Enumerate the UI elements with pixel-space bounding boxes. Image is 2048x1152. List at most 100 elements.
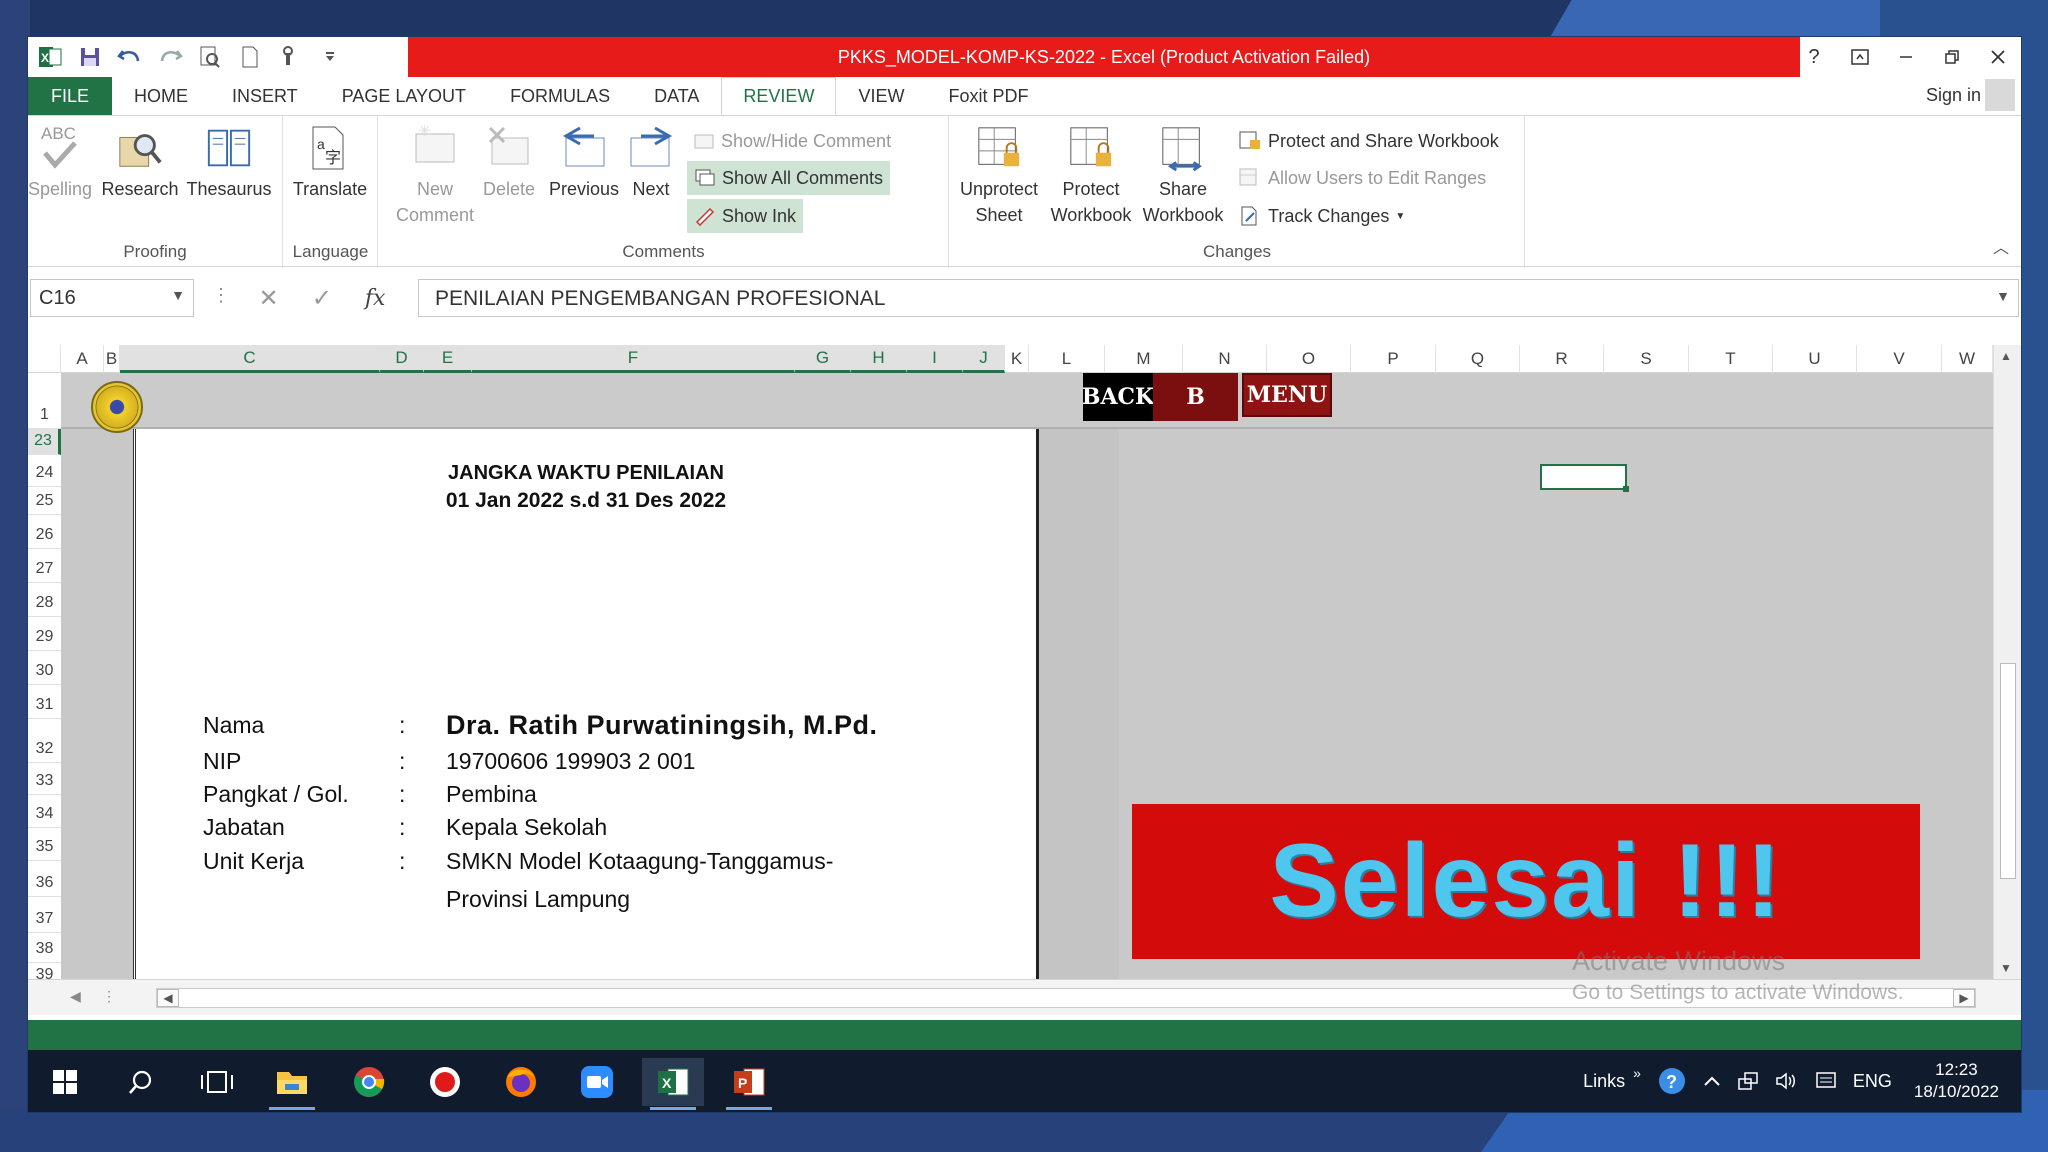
excel-logo-icon[interactable]: X bbox=[32, 41, 68, 73]
column-header-o[interactable]: O bbox=[1267, 345, 1351, 373]
research-button[interactable]: Research bbox=[100, 122, 180, 202]
formula-input[interactable]: PENILAIAN PENGEMBANGAN PROFESIONAL ▼ bbox=[418, 279, 2019, 317]
scroll-right-icon[interactable]: ▶ bbox=[1953, 989, 1975, 1007]
selesai-banner[interactable]: Selesai !!! bbox=[1132, 804, 1920, 959]
help-button[interactable]: ? bbox=[1791, 37, 1837, 77]
column-header-s[interactable]: S bbox=[1604, 345, 1689, 373]
spelling-button[interactable]: ABC Spelling bbox=[28, 122, 92, 202]
clock[interactable]: 12:23 18/10/2022 bbox=[1914, 1059, 1999, 1103]
share-workbook-button[interactable]: Share Workbook bbox=[1138, 122, 1228, 228]
undo-icon[interactable] bbox=[112, 41, 148, 73]
collapse-ribbon-icon[interactable]: ︿ bbox=[1993, 234, 2009, 258]
cancel-entry-icon[interactable]: ✕ bbox=[259, 284, 279, 313]
column-header-r[interactable]: R bbox=[1520, 345, 1604, 373]
show-all-comments-button[interactable]: Show All Comments bbox=[687, 161, 891, 195]
scroll-left-icon[interactable]: ◀ bbox=[157, 989, 179, 1007]
column-header-i[interactable]: I bbox=[907, 345, 963, 373]
new-comment-button[interactable]: ✳ New Comment bbox=[396, 122, 474, 228]
column-header-f[interactable]: F bbox=[472, 345, 795, 373]
previous-comment-button[interactable]: Previous bbox=[547, 122, 621, 202]
column-header-m[interactable]: M bbox=[1105, 345, 1183, 373]
tab-view[interactable]: VIEW bbox=[836, 77, 926, 115]
column-header-w[interactable]: W bbox=[1942, 345, 1993, 373]
name-box-dropdown-icon[interactable]: ▼ bbox=[171, 287, 185, 303]
row-header-29[interactable]: 29 bbox=[28, 617, 61, 651]
row-header-31[interactable]: 31 bbox=[28, 685, 61, 719]
row-header-25[interactable]: 25 bbox=[28, 487, 61, 515]
column-header-k[interactable]: K bbox=[1005, 345, 1029, 373]
screen-recorder-icon[interactable] bbox=[414, 1058, 476, 1106]
row-header-30[interactable]: 30 bbox=[28, 651, 61, 685]
column-header-h[interactable]: H bbox=[851, 345, 907, 373]
row-header-38[interactable]: 38 bbox=[28, 933, 61, 963]
back-button[interactable]: BACK bbox=[1082, 373, 1154, 421]
row-header-35[interactable]: 35 bbox=[28, 828, 61, 861]
show-hide-comment-button[interactable]: Show/Hide Comment bbox=[687, 124, 897, 158]
tab-page-layout[interactable]: PAGE LAYOUT bbox=[320, 77, 488, 115]
protect-workbook-button[interactable]: Protect Workbook bbox=[1046, 122, 1136, 228]
column-header-b[interactable]: B bbox=[104, 345, 120, 373]
selected-cell[interactable] bbox=[1540, 464, 1629, 492]
formula-bar-resize-icon[interactable]: ⋮ bbox=[212, 285, 230, 306]
customize-qat-icon[interactable] bbox=[312, 41, 348, 73]
chrome-icon[interactable] bbox=[338, 1058, 400, 1106]
row-header-32[interactable]: 32 bbox=[28, 719, 61, 763]
links-toolbar[interactable]: Links » bbox=[1583, 1065, 1641, 1092]
file-explorer-icon[interactable] bbox=[261, 1058, 323, 1110]
previous-sheet-icon[interactable]: ◀ bbox=[70, 988, 81, 1005]
delete-comment-button[interactable]: Delete bbox=[479, 122, 539, 202]
thesaurus-button[interactable]: Thesaurus bbox=[184, 122, 274, 202]
search-icon[interactable] bbox=[110, 1058, 172, 1106]
b-button[interactable]: B bbox=[1153, 373, 1238, 421]
tab-home[interactable]: HOME bbox=[112, 77, 210, 115]
row-header-34[interactable]: 34 bbox=[28, 795, 61, 828]
excel-taskbar-icon[interactable]: X bbox=[642, 1058, 704, 1110]
column-header-j[interactable]: J bbox=[963, 345, 1005, 373]
sheet-bar-menu-icon[interactable]: ⋮ bbox=[102, 988, 116, 1005]
row-header-1[interactable]: 1 bbox=[28, 373, 61, 429]
powerpoint-taskbar-icon[interactable]: P bbox=[718, 1058, 780, 1110]
row-header-27[interactable]: 27 bbox=[28, 549, 61, 583]
row-header-24[interactable]: 24 bbox=[28, 455, 61, 487]
column-header-c[interactable]: C bbox=[120, 345, 380, 373]
new-file-icon[interactable] bbox=[232, 41, 268, 73]
vertical-scroll-thumb[interactable] bbox=[2000, 663, 2016, 879]
redo-icon[interactable] bbox=[152, 41, 188, 73]
task-view-icon[interactable] bbox=[186, 1058, 248, 1106]
tab-file[interactable]: FILE bbox=[28, 77, 112, 115]
zoom-icon[interactable] bbox=[566, 1058, 628, 1106]
column-header-d[interactable]: D bbox=[380, 345, 424, 373]
tab-data[interactable]: DATA bbox=[632, 77, 721, 115]
column-header-v[interactable]: V bbox=[1857, 345, 1942, 373]
row-header-36[interactable]: 36 bbox=[28, 861, 61, 897]
select-all-corner[interactable] bbox=[28, 345, 61, 373]
confirm-entry-icon[interactable]: ✓ bbox=[312, 284, 332, 313]
windows-start-icon[interactable] bbox=[34, 1058, 96, 1106]
network-icon[interactable] bbox=[1737, 1071, 1759, 1091]
column-header-t[interactable]: T bbox=[1689, 345, 1773, 373]
tab-foxit-pdf[interactable]: Foxit PDF bbox=[926, 77, 1050, 115]
print-preview-icon[interactable] bbox=[192, 41, 228, 73]
unprotect-sheet-button[interactable]: Unprotect Sheet bbox=[954, 122, 1044, 228]
menu-button[interactable]: MENU bbox=[1242, 373, 1332, 417]
tab-insert[interactable]: INSERT bbox=[210, 77, 320, 115]
scroll-down-icon[interactable]: ▼ bbox=[2000, 961, 2012, 975]
row-header-33[interactable]: 33 bbox=[28, 763, 61, 795]
firefox-icon[interactable] bbox=[490, 1058, 552, 1106]
row-header-26[interactable]: 26 bbox=[28, 515, 61, 549]
input-language[interactable]: ENG bbox=[1853, 1071, 1892, 1092]
column-header-l[interactable]: L bbox=[1029, 345, 1105, 373]
row-header-37[interactable]: 37 bbox=[28, 897, 61, 933]
column-header-q[interactable]: Q bbox=[1436, 345, 1520, 373]
ribbon-display-options-icon[interactable] bbox=[1837, 37, 1883, 77]
help-tray-icon[interactable]: ? bbox=[1657, 1066, 1687, 1096]
next-comment-button[interactable]: Next bbox=[623, 122, 679, 202]
tab-review[interactable]: REVIEW bbox=[721, 77, 837, 115]
restore-icon[interactable] bbox=[1929, 37, 1975, 77]
sign-in-link[interactable]: Sign in bbox=[1926, 85, 1981, 106]
column-header-e[interactable]: E bbox=[424, 345, 472, 373]
column-header-n[interactable]: N bbox=[1183, 345, 1267, 373]
tab-formulas[interactable]: FORMULAS bbox=[488, 77, 632, 115]
protect-share-workbook-button[interactable]: Protect and Share Workbook bbox=[1232, 124, 1505, 158]
show-ink-button[interactable]: Show Ink bbox=[687, 199, 804, 233]
